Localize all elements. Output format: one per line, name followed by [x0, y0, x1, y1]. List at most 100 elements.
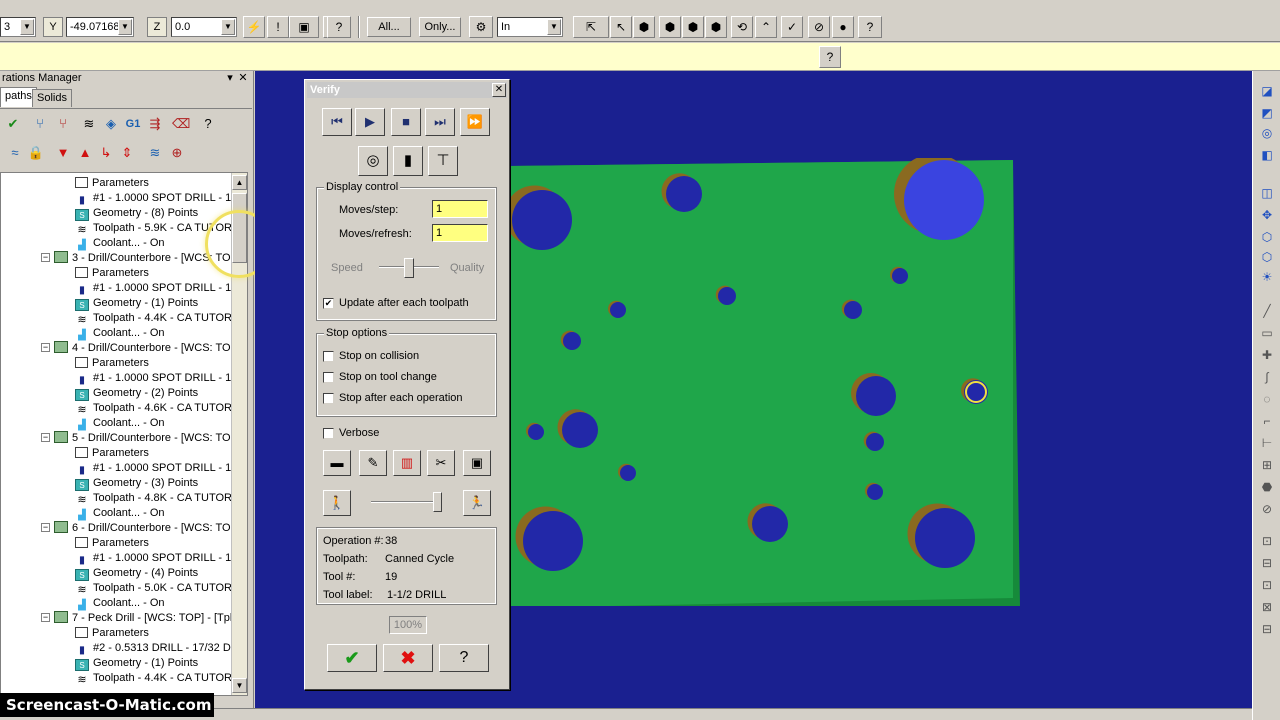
holder-display-icon[interactable]: ⊤ — [428, 146, 458, 176]
stop-collision-checkbox[interactable] — [323, 351, 334, 362]
shade-icon[interactable]: ⬡ — [1257, 227, 1277, 247]
solid-face-icon[interactable]: ⬢ — [682, 16, 704, 38]
tree-item[interactable]: ▮ #2 - 0.5313 DRILL - 17/32 DRI — [75, 641, 242, 656]
join-icon[interactable]: ⬣ — [1257, 477, 1277, 497]
tree-item[interactable]: ≋ Toolpath - 4.4K - CA TUTORIAL — [75, 311, 247, 326]
delete-entity-icon[interactable]: ⊘ — [1257, 499, 1277, 519]
post-icon[interactable]: G1 — [124, 115, 142, 133]
save-icon[interactable]: ▣ — [463, 450, 491, 476]
verify-icon[interactable]: ◈ — [102, 115, 120, 133]
tab-solids[interactable]: Solids — [32, 89, 72, 107]
scale-icon[interactable]: ⊠ — [1257, 597, 1277, 617]
stock-icon[interactable]: ▬ — [323, 450, 351, 476]
chevron-down-icon[interactable]: ▾ — [224, 72, 236, 84]
toolpath-display-icon[interactable]: ≋ — [146, 144, 164, 162]
rotate-entity-icon[interactable]: ⊡ — [1257, 575, 1277, 595]
select-arrow-icon[interactable]: ↖ — [610, 16, 632, 38]
gear-icon[interactable]: ⚙ — [469, 16, 493, 38]
toggle-display-icon[interactable]: ≈ — [6, 144, 24, 162]
selection-mode-icon[interactable]: ⇱ — [573, 16, 609, 38]
tree-item[interactable]: ≋ Toolpath - 5.0K - CA TUTORIAL — [75, 581, 247, 596]
sim-speed-slider[interactable] — [371, 501, 441, 503]
sphere-icon[interactable]: ● — [832, 16, 854, 38]
stop-after-op-checkbox[interactable] — [323, 393, 334, 404]
camera-icon[interactable]: ▣ — [289, 16, 319, 38]
tree-item[interactable]: ≋ Toolpath - 4.8K - CA TUTORIAL — [75, 491, 247, 506]
step-icon[interactable]: ⏭ — [425, 108, 455, 136]
help-icon[interactable]: ? — [199, 115, 217, 133]
slider-thumb[interactable] — [404, 258, 414, 278]
tree-item[interactable]: ≋ Toolpath - 4.6K - CA TUTORIAL — [75, 401, 247, 416]
tree-item[interactable]: ▟ Coolant... - On — [75, 506, 164, 521]
highfeed-icon[interactable]: ⇶ — [146, 115, 164, 133]
tool-display-icon[interactable]: ▮ — [393, 146, 423, 176]
insert-arrow-icon[interactable]: ↳ — [97, 144, 115, 162]
collapse-icon[interactable]: − — [41, 523, 50, 532]
select-dirty-icon[interactable]: ⑂ — [31, 115, 49, 133]
wireframe-icon[interactable]: ⬡ — [1257, 247, 1277, 267]
view-front-icon[interactable]: ◩ — [1257, 103, 1277, 123]
only-button[interactable]: Only... — [419, 17, 461, 37]
checkmark-icon[interactable]: ✓ — [781, 16, 803, 38]
view-iso-icon[interactable]: ◧ — [1257, 145, 1277, 165]
tree-item[interactable]: S Geometry - (2) Points — [75, 386, 198, 401]
tree-item[interactable]: Parameters — [75, 356, 149, 371]
tree-item[interactable]: ▟ Coolant... - On — [75, 236, 164, 251]
light-icon[interactable]: ☀ — [1257, 267, 1277, 287]
tree-item[interactable]: ▟ Coolant... - On — [75, 596, 164, 611]
view-side-icon[interactable]: ◎ — [1257, 123, 1277, 143]
chevron-down-icon[interactable]: ▼ — [221, 19, 235, 35]
xform-icon[interactable]: ⊡ — [1257, 531, 1277, 551]
tree-item[interactable]: ▮ #1 - 1.0000 SPOT DRILL - 1. S — [75, 191, 244, 206]
operation-node[interactable]: − 5 - Drill/Counterbore - [WCS: TOP] — [41, 431, 241, 446]
regenerate-icon[interactable]: ⑂ — [54, 115, 72, 133]
zoom-toolpath-icon[interactable]: ⊕ — [168, 144, 186, 162]
tree-item[interactable]: Parameters — [75, 176, 149, 191]
all-button[interactable]: All... — [367, 17, 411, 37]
scroll-down-icon[interactable]: ▼ — [232, 678, 247, 693]
x-coordinate-field[interactable]: 3 ▼ — [0, 17, 36, 37]
autocursor-icon[interactable]: ⚡ — [243, 16, 265, 38]
spline-icon[interactable]: ∫ — [1257, 367, 1277, 387]
move-up-icon[interactable]: ▲ — [76, 144, 94, 162]
pan-icon[interactable]: ✥ — [1257, 205, 1277, 225]
offset-icon[interactable]: ⊟ — [1257, 619, 1277, 639]
sim-speed-thumb[interactable] — [433, 492, 442, 512]
chevron-down-icon[interactable]: ▼ — [20, 19, 34, 35]
help-icon[interactable]: ? — [439, 644, 489, 672]
solid-edge-icon[interactable]: ⬢ — [705, 16, 727, 38]
exclaim-icon[interactable]: ! — [267, 16, 289, 38]
chevron-down-icon[interactable]: ▼ — [547, 19, 561, 35]
tree-item[interactable]: S Geometry - (4) Points — [75, 566, 198, 581]
units-select[interactable]: In ▼ — [497, 17, 563, 37]
lock-icon[interactable]: 🔒 — [27, 144, 45, 162]
verbose-checkbox[interactable] — [323, 428, 334, 439]
tree-item[interactable]: Parameters — [75, 536, 149, 551]
help-icon[interactable]: ? — [819, 46, 841, 68]
mirror-icon[interactable]: ⊟ — [1257, 553, 1277, 573]
moves-step-input[interactable]: 1 — [432, 200, 488, 218]
backplot-icon[interactable]: ≋ — [80, 115, 98, 133]
cut-icon[interactable]: ✂ — [427, 450, 455, 476]
break-icon[interactable]: ⊞ — [1257, 455, 1277, 475]
cancel-x-icon[interactable]: ✖ — [383, 644, 433, 672]
tree-item[interactable]: Parameters — [75, 446, 149, 461]
rect-icon[interactable]: ▭ — [1257, 323, 1277, 343]
solid-loop-icon[interactable]: ⟲ — [731, 16, 753, 38]
walk-icon[interactable]: 🚶 — [323, 490, 351, 516]
view-top-icon[interactable]: ◪ — [1257, 81, 1277, 101]
no-select-icon[interactable]: ⊘ — [808, 16, 830, 38]
point-icon[interactable]: ✚ — [1257, 345, 1277, 365]
arc-icon[interactable]: ◌ — [1257, 389, 1277, 409]
solid-body-icon[interactable]: ⬢ — [659, 16, 681, 38]
operation-node[interactable]: − 6 - Drill/Counterbore - [WCS: TOP] — [41, 521, 241, 536]
play-icon[interactable]: ▶ — [355, 108, 385, 136]
tree-item[interactable]: ▮ #1 - 1.0000 SPOT DRILL - 1. S — [75, 281, 244, 296]
stop-tool-change-checkbox[interactable] — [323, 372, 334, 383]
chart-icon[interactable]: ▥ — [393, 450, 421, 476]
line-icon[interactable]: ╱ — [1257, 301, 1277, 321]
y-coordinate-field[interactable]: -49.07168 ▼ — [66, 17, 134, 37]
move-down-icon[interactable]: ▼ — [54, 144, 72, 162]
tree-item[interactable]: ▮ #1 - 1.0000 SPOT DRILL - 1. S — [75, 461, 244, 476]
tree-item[interactable]: S Geometry - (1) Points — [75, 656, 198, 671]
